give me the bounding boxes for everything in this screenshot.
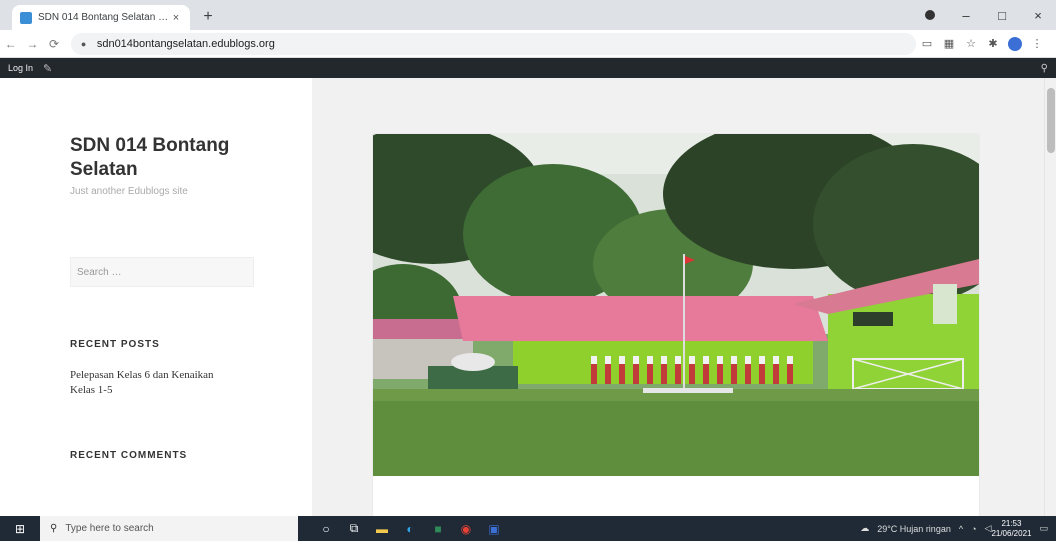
site-description: Just another Edublogs site [70,186,188,197]
window-controls: – □ × [912,0,1056,30]
page-viewport: SDN 014 Bontang Selatan Just another Edu… [0,78,1044,516]
network-icon[interactable]: ◔ [971,524,976,534]
browser-window: SDN 014 Bontang Selatan – Just × + – □ ×… [0,0,1056,541]
cast-icon[interactable]: ▭ [916,37,938,50]
clock-time: 21:53 [1001,518,1022,528]
post-article [373,134,979,516]
windows-start-icon[interactable]: ⊞ [0,522,40,536]
site-title[interactable]: SDN 014 Bontang Selatan [70,134,270,182]
taskbar-clock[interactable]: 21:53 21/06/2021 [991,519,1031,539]
clock-date: 21/06/2021 [991,528,1032,538]
lock-icon: ● [80,38,87,49]
close-window-button[interactable]: × [1020,8,1056,23]
taskbar-search-placeholder: Type here to search [65,523,154,534]
profile-avatar-icon[interactable] [1008,36,1022,51]
url-text: sdn014bontangselatan.edublogs.org [96,37,275,50]
scrollbar-thumb[interactable] [1047,88,1055,153]
volume-icon[interactable]: ◁ [985,523,992,534]
site-favicon-icon [20,11,32,24]
minimize-button[interactable]: – [948,8,984,23]
browser-tab[interactable]: SDN 014 Bontang Selatan – Just × [12,5,190,30]
task-view-icon[interactable]: ⧉ [340,521,368,536]
windows-taskbar: ⊞ ⚲ Type here to search ○ ⧉ ▬ ◐ ■ ◉ ▣ ☁ … [0,516,1056,541]
taskbar-apps: ○ ⧉ ▬ ◐ ■ ◉ ▣ [312,521,508,536]
featured-image[interactable] [373,134,979,476]
recent-posts-heading: RECENT POSTS [70,339,160,350]
profile-indicator-icon[interactable] [925,10,935,20]
wp-admin-bar: Log In ✎ ⚲ [0,58,1056,78]
recent-comments-heading: RECENT COMMENTS [70,450,188,461]
chrome-icon[interactable]: ◉ [452,522,480,536]
tab-strip: SDN 014 Bontang Selatan – Just × + – □ × [0,0,1056,30]
site-sidebar: SDN 014 Bontang Selatan Just another Edu… [0,78,312,516]
app-icon[interactable]: ■ [424,522,452,536]
edublogs-logo-icon[interactable]: ✎ [43,62,52,75]
maximize-button[interactable]: □ [984,8,1020,23]
login-link[interactable]: Log In [8,63,33,73]
tab-close-icon[interactable]: × [170,12,182,24]
cortana-icon[interactable]: ○ [312,522,340,536]
search-input[interactable]: Search … [70,257,254,287]
featured-image-graphic [373,134,979,476]
recent-post-link[interactable]: Pelepasan Kelas 6 dan Kenaikan Kelas 1-5 [70,368,230,398]
new-tab-button[interactable]: + [198,7,218,27]
file-explorer-icon[interactable]: ▬ [368,522,396,536]
notification-icon[interactable]: ▭ [1039,523,1048,534]
back-icon[interactable]: ← [0,37,22,51]
weather-icon[interactable]: ☁ [860,523,869,534]
browser-menu-icon[interactable]: ⋮ [1026,37,1048,50]
edge-icon[interactable]: ◐ [396,522,424,536]
browser-toolbar: ← → ⟳ ● sdn014bontangselatan.edublogs.or… [0,30,1056,58]
tab-title: SDN 014 Bontang Selatan – Just [38,12,170,23]
apps-icon[interactable]: ▦ [938,37,960,50]
star-icon[interactable]: ☆ [960,37,982,50]
page-scrollbar[interactable] [1044,78,1056,516]
main-content [312,78,1044,516]
article-body [373,476,979,516]
taskbar-search-input[interactable]: ⚲ Type here to search [40,516,298,541]
adminbar-search-icon[interactable]: ⚲ [1041,63,1048,74]
word-icon[interactable]: ▣ [480,522,508,536]
search-icon: ⚲ [50,523,58,534]
extensions-icon[interactable]: ✱ [982,37,1004,50]
tray-chevron-icon[interactable]: ^ [959,524,963,534]
address-bar[interactable]: ● sdn014bontangselatan.edublogs.org [70,32,916,55]
system-tray: ☁ 29°C Hujan ringan ^ ◔ ◁ 21:53 21/06/20… [852,519,1056,539]
forward-icon[interactable]: → [22,37,44,51]
toolbar-extensions: ▭ ▦ ☆ ✱ ⋮ [916,36,1056,51]
reload-icon[interactable]: ⟳ [43,37,65,51]
weather-text[interactable]: 29°C Hujan ringan [877,524,951,534]
